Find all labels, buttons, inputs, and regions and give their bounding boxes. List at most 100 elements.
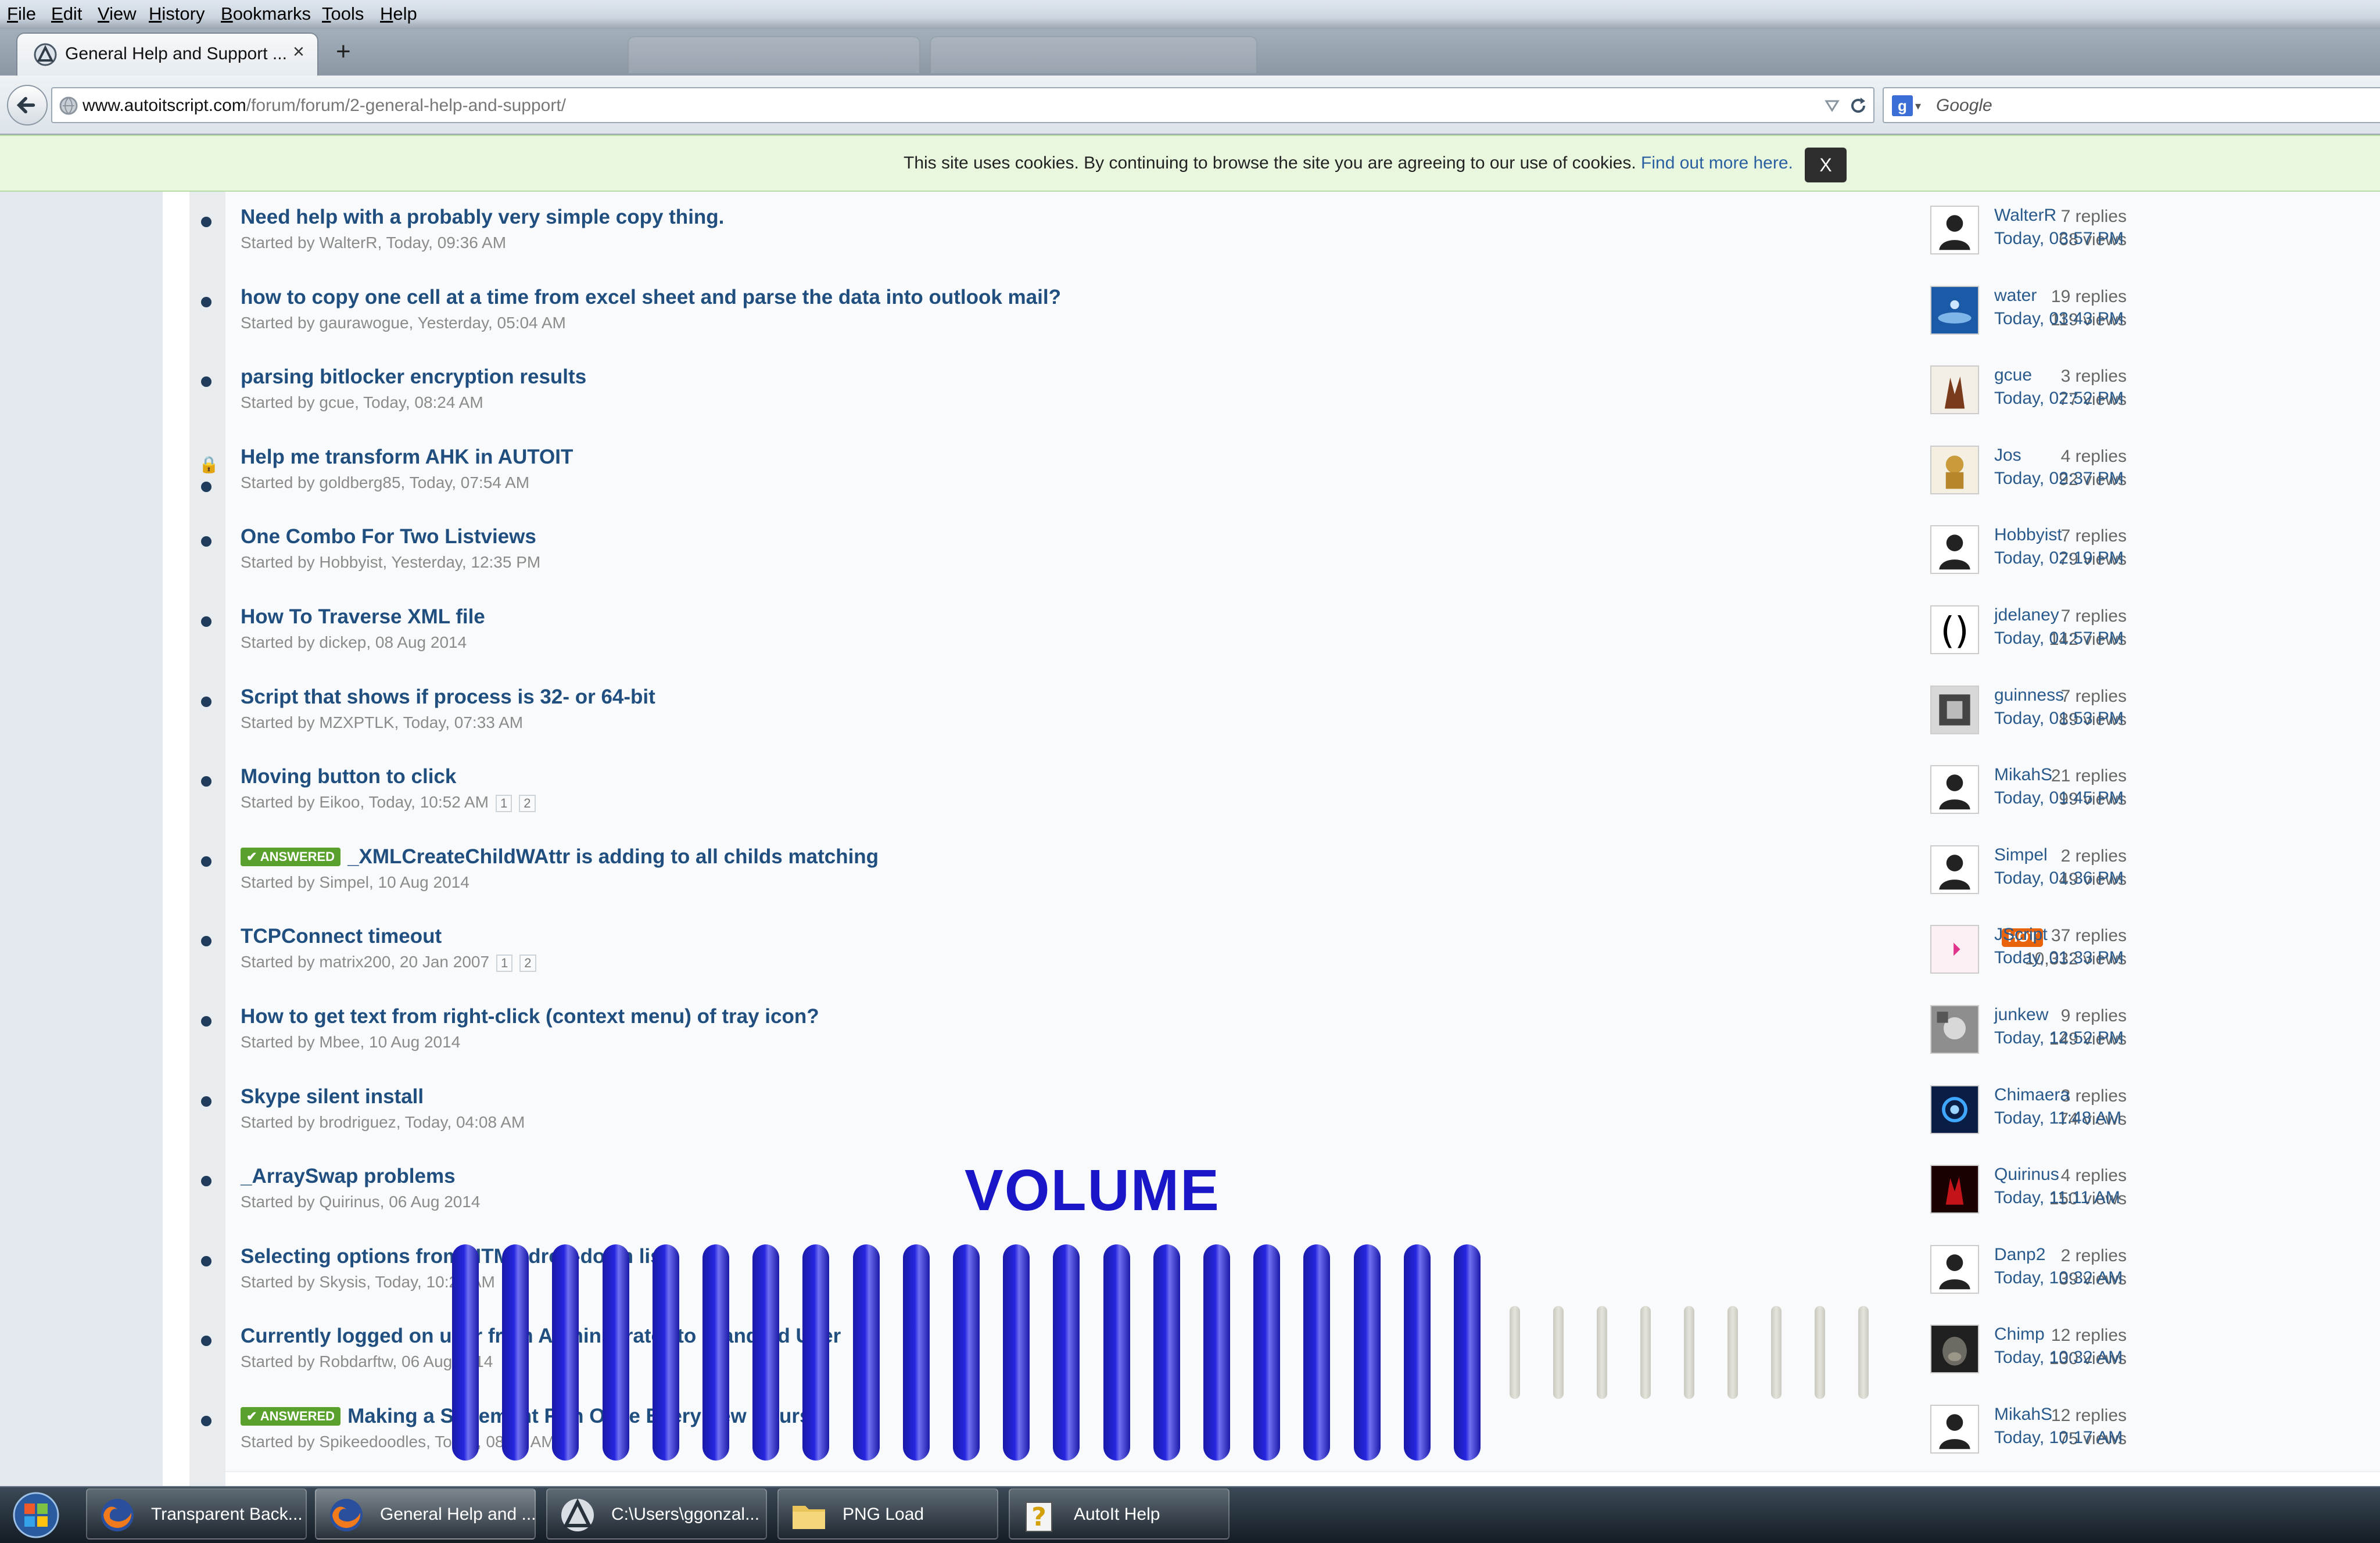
topic-title-text[interactable]: Moving button to click bbox=[241, 765, 456, 788]
last-poster-name[interactable]: MikahS bbox=[1994, 1405, 2052, 1424]
last-post-time[interactable]: Today, 10:32 AM bbox=[1994, 1348, 2123, 1368]
topic-title-link[interactable]: How to get text from right-click (contex… bbox=[241, 1005, 819, 1028]
topic-title-link[interactable]: _ArraySwap problems bbox=[241, 1165, 456, 1188]
dropdown-arrow-icon[interactable] bbox=[1825, 99, 1840, 113]
topic-row[interactable]: 🔒 Help me transform AHK in AUTOIT Started … bbox=[199, 431, 2380, 513]
taskbar-item[interactable]: C:\Users\ggonzal... bbox=[546, 1488, 767, 1540]
last-poster-name[interactable]: guinness bbox=[1994, 686, 2064, 705]
topic-title-link[interactable]: how to copy one cell at a time from exce… bbox=[241, 286, 1061, 309]
last-post-time[interactable]: Today, 11:48 AM bbox=[1994, 1108, 2121, 1128]
last-post-time[interactable]: Today, 12:52 PM bbox=[1994, 1028, 2124, 1048]
last-poster-name[interactable]: MikahS bbox=[1994, 765, 2052, 785]
last-post-time[interactable]: Today, 10:32 AM bbox=[1994, 1268, 2123, 1288]
menu-bookmarks[interactable]: Bookmarks bbox=[221, 3, 311, 24]
last-poster-avatar[interactable] bbox=[1930, 445, 1979, 494]
topic-title-text[interactable]: how to copy one cell at a time from exce… bbox=[241, 286, 1061, 308]
last-poster-avatar[interactable] bbox=[1930, 1405, 1979, 1454]
topic-title-link[interactable]: Help me transform AHK in AUTOIT bbox=[241, 446, 573, 469]
topic-row[interactable]: Moving button to click Started by Eikoo, … bbox=[201, 751, 2380, 832]
google-search-engine-icon[interactable]: g bbox=[1892, 95, 1913, 116]
taskbar-item[interactable]: PNG Load bbox=[777, 1488, 998, 1540]
topic-title-link[interactable]: One Combo For Two Listviews bbox=[241, 525, 536, 548]
topic-row[interactable]: Selecting options from HTML drop-down li… bbox=[201, 1230, 2380, 1312]
last-poster-avatar[interactable] bbox=[1930, 845, 1979, 894]
last-poster-avatar[interactable] bbox=[1930, 1005, 1979, 1054]
menu-view[interactable]: View bbox=[98, 3, 137, 24]
taskbar-item[interactable]: General Help and ... bbox=[315, 1488, 536, 1540]
topic-row[interactable]: How To Traverse XML file Started by dicke… bbox=[201, 591, 2380, 673]
topic-title-link[interactable]: parsing bitlocker encryption results bbox=[241, 365, 586, 389]
topic-row[interactable]: Script that shows if process is 32- or 6… bbox=[201, 671, 2380, 753]
topic-row[interactable]: TCPConnect timeout Started by matrix200, … bbox=[201, 911, 2380, 992]
topic-title-text[interactable]: Script that shows if process is 32- or 6… bbox=[241, 686, 655, 708]
topic-title-text[interactable]: Currently logged on user from Administra… bbox=[241, 1325, 841, 1347]
last-poster-name[interactable]: WalterR bbox=[1994, 206, 2056, 225]
last-poster-name[interactable]: gcue bbox=[1994, 365, 2032, 385]
topic-title-text[interactable]: How To Traverse XML file bbox=[241, 605, 485, 628]
last-post-time[interactable]: Today, 01:57 PM bbox=[1994, 629, 2124, 648]
menu-history[interactable]: History bbox=[149, 3, 205, 24]
topic-row[interactable]: how to copy one cell at a time from exce… bbox=[201, 271, 2380, 353]
topic-row[interactable]: One Combo For Two Listviews Started by Ho… bbox=[201, 511, 2380, 593]
topic-title-text[interactable]: TCPConnect timeout bbox=[241, 925, 442, 948]
page-link[interactable]: 2 bbox=[519, 954, 536, 973]
new-tab-button[interactable]: + bbox=[336, 37, 351, 66]
last-poster-name[interactable]: junkew bbox=[1994, 1005, 2048, 1025]
menu-tools[interactable]: Tools bbox=[322, 3, 364, 24]
page-link[interactable]: 2 bbox=[519, 795, 536, 813]
last-poster-avatar[interactable] bbox=[1930, 925, 1979, 974]
reload-icon[interactable] bbox=[1848, 95, 1869, 116]
tab-general-help[interactable]: General Help and Support ... × bbox=[16, 33, 318, 76]
chevron-down-icon[interactable]: ▾ bbox=[1915, 99, 1921, 113]
last-poster-name[interactable]: jdelaney bbox=[1994, 605, 2059, 625]
last-poster-avatar[interactable] bbox=[1930, 685, 1979, 734]
last-poster-avatar[interactable] bbox=[1930, 206, 1979, 254]
last-poster-name[interactable]: water bbox=[1994, 286, 2037, 306]
last-poster-avatar[interactable]: () bbox=[1930, 605, 1979, 654]
topic-title-link[interactable]: ✔ ANSWERED _XMLCreateChildWAttr is adding… bbox=[241, 845, 879, 869]
last-poster-avatar[interactable] bbox=[1930, 1085, 1979, 1134]
topic-title-link[interactable]: Script that shows if process is 32- or 6… bbox=[241, 686, 655, 709]
last-poster-name[interactable]: Simpel bbox=[1994, 845, 2048, 865]
last-post-time[interactable]: Today, 02:52 PM bbox=[1994, 389, 2124, 408]
topic-title-text[interactable]: parsing bitlocker encryption results bbox=[241, 365, 586, 388]
last-poster-name[interactable]: JScript bbox=[1994, 925, 2048, 945]
last-post-time[interactable]: Today, 03:43 PM bbox=[1994, 309, 2124, 329]
topic-row[interactable]: Need help with a probably very simple co… bbox=[201, 192, 2380, 273]
site-identity-icon[interactable] bbox=[58, 95, 79, 116]
last-post-time[interactable]: Today, 11:11 AM bbox=[1994, 1188, 2120, 1208]
topic-row[interactable]: ✔ ANSWERED _XMLCreateChildWAttr is adding… bbox=[201, 831, 2380, 913]
last-post-time[interactable]: Today, 02:37 PM bbox=[1994, 469, 2124, 489]
last-poster-name[interactable]: Chimaera bbox=[1994, 1085, 2070, 1105]
topic-title-text[interactable]: Skype silent install bbox=[241, 1085, 424, 1108]
last-poster-name[interactable]: Quirinus bbox=[1994, 1165, 2059, 1185]
menu-edit[interactable]: Edit bbox=[51, 3, 82, 24]
taskbar-item[interactable]: Transparent Back... bbox=[86, 1488, 307, 1540]
last-poster-name[interactable]: Hobbyist bbox=[1994, 525, 2062, 545]
topic-row[interactable]: _ArraySwap problems Started by Quirinus, … bbox=[201, 1151, 2380, 1232]
last-post-time[interactable]: Today, 01:33 PM bbox=[1994, 948, 2124, 968]
background-tab[interactable] bbox=[628, 36, 920, 73]
topic-title-link[interactable]: TCPConnect timeout bbox=[241, 925, 442, 948]
topic-title-text[interactable]: One Combo For Two Listviews bbox=[241, 525, 536, 548]
address-bar[interactable]: www.autoitscript.com/forum/forum/2-gener… bbox=[51, 87, 1874, 123]
topic-title-link[interactable]: Currently logged on user from Administra… bbox=[241, 1325, 841, 1348]
last-post-time[interactable]: Today, 01:36 PM bbox=[1994, 869, 2124, 888]
topic-title-link[interactable]: Skype silent install bbox=[241, 1085, 424, 1108]
last-post-time[interactable]: Today, 01:53 PM bbox=[1994, 709, 2124, 729]
topic-title-text[interactable]: Making a Statement Run Once Every Few Ho… bbox=[347, 1405, 811, 1427]
menu-file[interactable]: File bbox=[7, 3, 36, 24]
page-link[interactable]: 1 bbox=[496, 954, 513, 973]
last-post-time[interactable]: Today, 03:57 PM bbox=[1994, 229, 2124, 249]
taskbar-item[interactable]: ? AutoIt Help bbox=[1009, 1488, 1230, 1540]
last-poster-avatar[interactable] bbox=[1930, 525, 1979, 575]
search-bar[interactable]: g ▾ Google bbox=[1883, 87, 2380, 123]
cookie-close-button[interactable]: X bbox=[1805, 148, 1847, 182]
last-poster-avatar[interactable] bbox=[1930, 765, 1979, 814]
topic-title-link[interactable]: Need help with a probably very simple co… bbox=[241, 206, 724, 229]
last-post-time[interactable]: Today, 10:17 AM bbox=[1994, 1428, 2123, 1448]
topic-row[interactable]: parsing bitlocker encryption results Star… bbox=[201, 351, 2380, 433]
last-poster-name[interactable]: Jos bbox=[1994, 446, 2021, 465]
topic-title-text[interactable]: _XMLCreateChildWAttr is adding to all ch… bbox=[347, 845, 879, 868]
topic-row[interactable]: How to get text from right-click (contex… bbox=[201, 991, 2380, 1072]
